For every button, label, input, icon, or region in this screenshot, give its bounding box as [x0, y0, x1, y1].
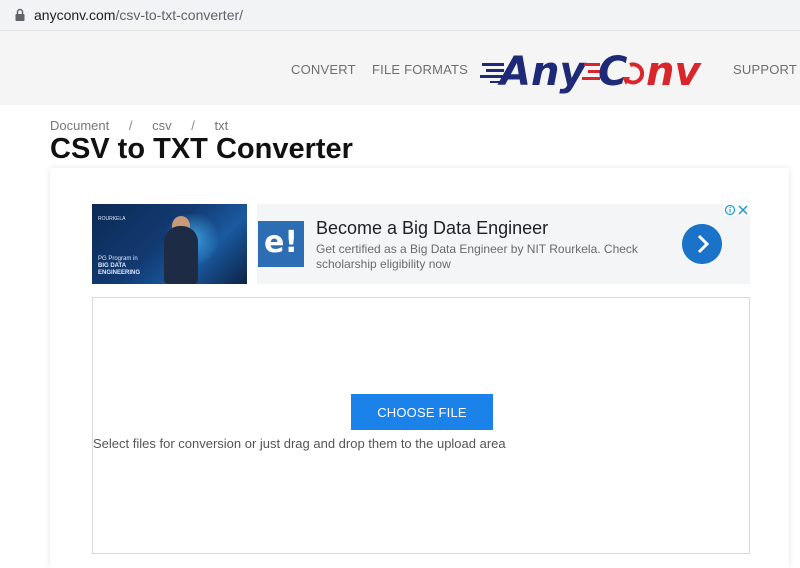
lock-icon: [15, 8, 25, 21]
svg-text:C: C: [598, 49, 627, 95]
nav-file-formats[interactable]: FILE FORMATS: [372, 62, 468, 77]
upload-hint: Select files for conversion or just drag…: [93, 436, 506, 451]
logo-any-text: Any: [497, 49, 587, 95]
adchoices-icon[interactable]: [724, 204, 750, 216]
url-text: anyconv.com/csv-to-txt-converter/: [34, 7, 243, 23]
browser-address-bar: anyconv.com/csv-to-txt-converter/: [0, 0, 800, 30]
logo-nv-text: nv: [646, 49, 702, 95]
site-header: CONVERT FILE FORMATS Any C nv SUPPORT: [0, 30, 800, 105]
anyconv-logo[interactable]: Any C nv: [480, 43, 702, 95]
page-title: CSV to TXT Converter: [50, 133, 353, 165]
breadcrumb-document[interactable]: Document: [50, 118, 109, 133]
advertisement[interactable]: ROURKELA PG Program in BIG DATA ENGINEER…: [92, 204, 750, 284]
ad-brand-logo: e!: [258, 221, 304, 267]
breadcrumb: Document / csv / txt: [50, 118, 228, 133]
ad-image-line-2: BIG DATA: [98, 263, 127, 269]
ad-image-brand: ROURKELA: [98, 216, 126, 222]
ad-image-line-3: ENGINEERING: [98, 270, 141, 276]
url-path: /csv-to-txt-converter/: [115, 7, 244, 23]
breadcrumb-separator: /: [128, 118, 133, 133]
ad-description: Get certified as a Big Data Engineer by …: [316, 242, 638, 271]
choose-file-button[interactable]: CHOOSE FILE: [351, 394, 493, 430]
breadcrumb-txt: txt: [214, 118, 229, 133]
nav-support[interactable]: SUPPORT: [733, 62, 797, 77]
ad-headline[interactable]: Become a Big Data Engineer: [316, 218, 548, 239]
breadcrumb-separator: /: [191, 118, 195, 133]
url-field[interactable]: anyconv.com/csv-to-txt-converter/: [4, 3, 796, 27]
ad-image[interactable]: ROURKELA PG Program in BIG DATA ENGINEER…: [92, 204, 247, 284]
nav-convert[interactable]: CONVERT: [291, 62, 356, 77]
ad-image-line-1: PG Program in: [98, 256, 138, 262]
ad-chevron-right-icon[interactable]: [682, 224, 722, 264]
url-domain: anyconv.com: [34, 7, 116, 23]
breadcrumb-csv[interactable]: csv: [152, 118, 172, 133]
upload-drop-area[interactable]: CHOOSE FILE Select files for conversion …: [92, 297, 750, 554]
